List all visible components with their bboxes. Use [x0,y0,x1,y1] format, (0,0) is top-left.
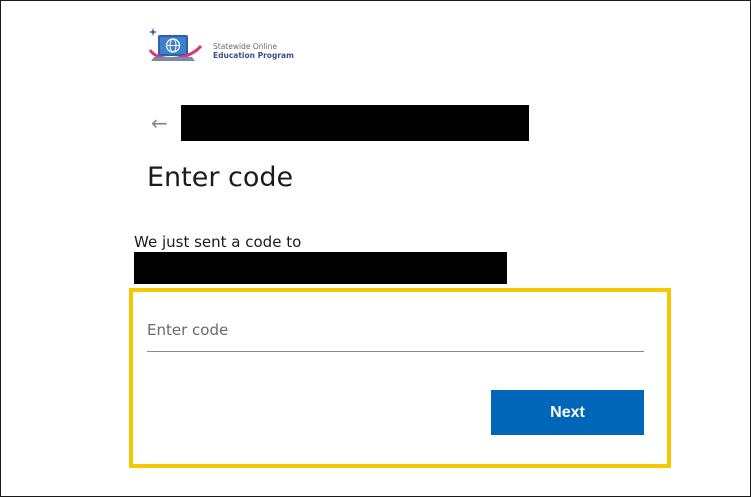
logo-line-1: Statewide Online [213,42,278,51]
redacted-email [134,252,507,284]
identity-row: ← [151,105,181,141]
logo-line-2: Education Program [213,51,294,60]
sign-in-card: Statewide Online Education Program ← Ent… [121,1,681,498]
screenshot-frame: Statewide Online Education Program ← Ent… [0,0,751,497]
back-arrow-icon[interactable]: ← [151,111,181,135]
page-title: Enter code [147,162,294,193]
logo-text: Statewide Online Education Program [213,42,294,60]
code-sent-description: We just sent a code to [134,233,302,251]
organization-logo: Statewide Online Education Program [147,26,347,71]
laptop-globe-logo-icon [148,28,203,61]
redacted-identity [181,105,529,141]
next-button[interactable]: Next [491,390,644,435]
code-input[interactable] [147,309,644,352]
